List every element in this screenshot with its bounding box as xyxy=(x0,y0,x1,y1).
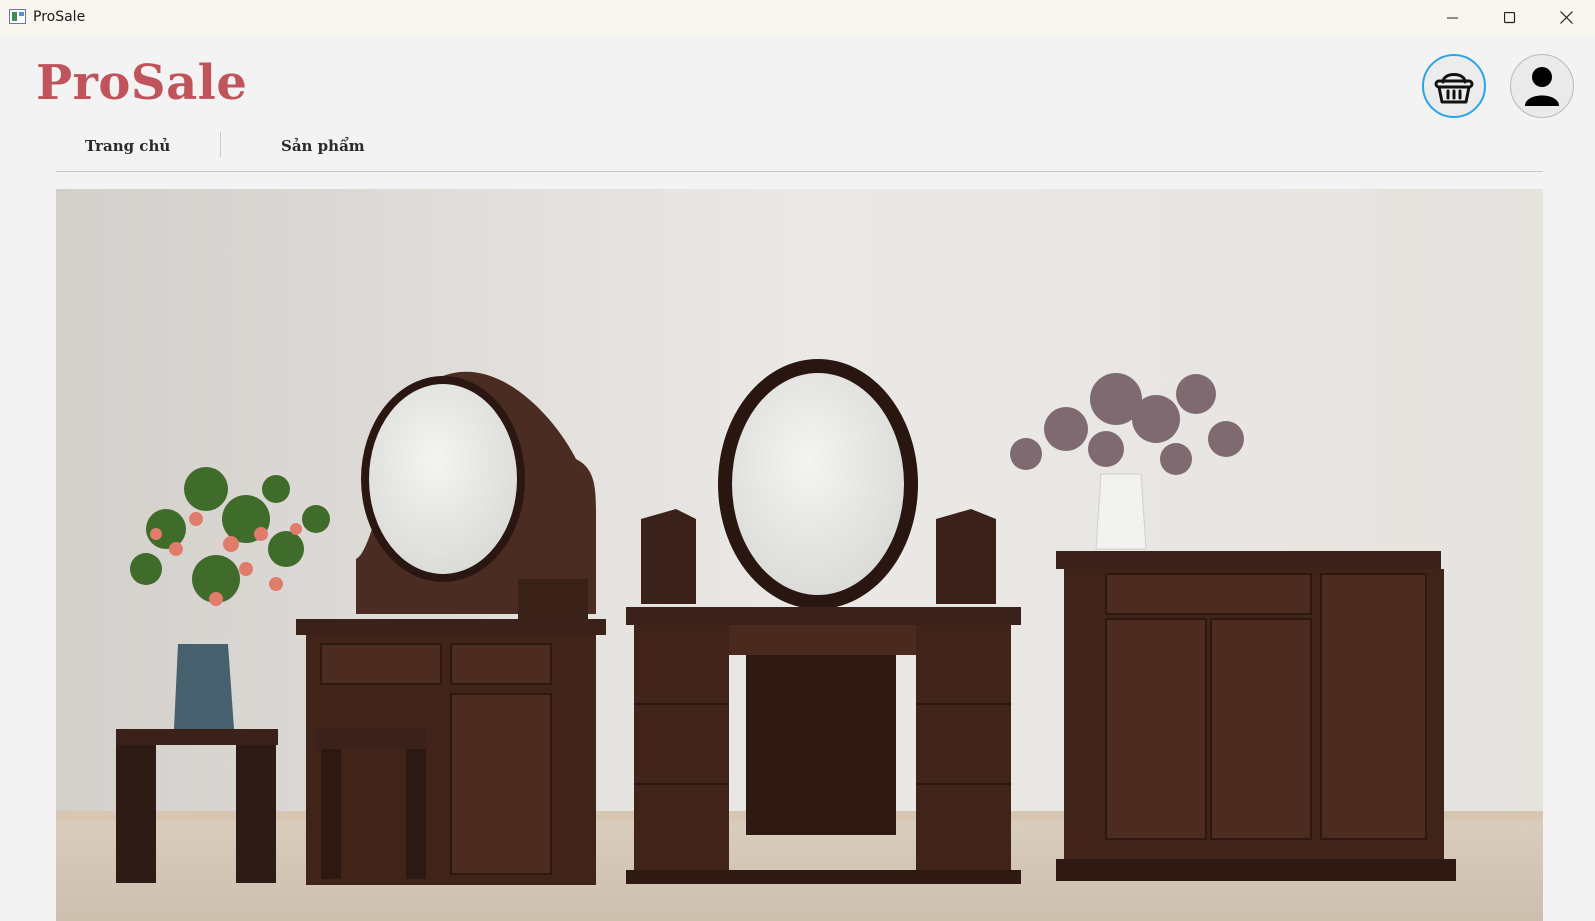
close-button[interactable] xyxy=(1538,0,1595,35)
user-icon xyxy=(1525,67,1559,106)
basket-icon xyxy=(1434,73,1474,104)
close-icon xyxy=(1560,11,1573,24)
brand-logo[interactable]: ProSale xyxy=(36,55,247,111)
maximize-button[interactable] xyxy=(1481,0,1538,35)
user-account-button[interactable] xyxy=(1510,54,1574,118)
minimize-button[interactable] xyxy=(1424,0,1481,35)
minimize-icon xyxy=(1446,17,1458,18)
cart-button[interactable] xyxy=(1422,54,1486,118)
hero-banner-image xyxy=(56,189,1543,921)
window-titlebar: ProSale xyxy=(0,0,1595,35)
window-title: ProSale xyxy=(33,9,86,25)
app-icon xyxy=(9,9,26,24)
nav-item-products[interactable]: Sản phẩm xyxy=(281,137,365,155)
nav-item-home[interactable]: Trang chủ xyxy=(85,137,170,155)
furniture-showroom-image xyxy=(56,189,1543,921)
nav-separator xyxy=(220,132,221,157)
nav-divider xyxy=(56,171,1543,172)
maximize-icon xyxy=(1503,11,1515,23)
